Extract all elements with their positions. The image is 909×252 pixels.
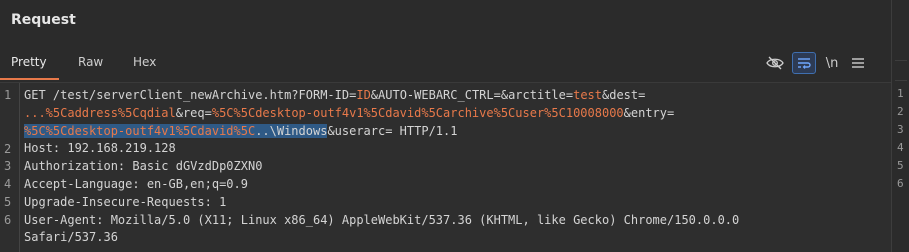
request-editor[interactable]: 1 2 3 4 5 6 GET /test/serverClient_newAr… bbox=[0, 82, 891, 252]
divider bbox=[895, 80, 907, 81]
line-number: 6 bbox=[897, 177, 904, 190]
code-token: ID bbox=[356, 88, 371, 102]
tab-pretty[interactable]: Pretty bbox=[11, 55, 47, 69]
request-code: GET /test/serverClient_newArchive.htm?FO… bbox=[24, 87, 739, 247]
code-token: &userarc= HTTP/1.1 bbox=[327, 123, 458, 138]
code-token: ...%5Caddress%5Cqdial bbox=[24, 105, 176, 120]
code-line: Upgrade-Insecure-Requests: 1 bbox=[24, 194, 739, 212]
code-line: Safari/537.36 bbox=[24, 229, 739, 247]
tab-hex[interactable]: Hex bbox=[133, 55, 156, 69]
code-token: %5C%5Cdesktop-outf4v1%5Cdavid%5Carchive%… bbox=[211, 105, 624, 120]
line-number: 4 bbox=[897, 141, 904, 154]
code-line: User-Agent: Mozilla/5.0 (X11; Linux x86_… bbox=[24, 212, 739, 230]
code-token: Host: 192.168.219.128 bbox=[24, 141, 176, 156]
line-number: 1 bbox=[897, 87, 904, 100]
response-panel-edge: 1 2 3 4 5 6 bbox=[891, 0, 909, 252]
code-token: &entry= bbox=[623, 105, 675, 120]
line-number: 2 bbox=[4, 142, 12, 156]
code-token: &AUTO-WEBARC_CTRL=&arctitle= bbox=[370, 88, 574, 102]
line-number: 1 bbox=[4, 88, 12, 102]
line-number: 2 bbox=[897, 105, 904, 118]
gutter-divider bbox=[19, 83, 20, 252]
code-line: GET /test/serverClient_newArchive.htm?FO… bbox=[24, 87, 739, 105]
menu-icon[interactable] bbox=[846, 52, 870, 74]
code-line: %5C%5Cdesktop-outf4v1%5Cdavid%5C..\Windo… bbox=[24, 123, 739, 141]
request-panel: Request Pretty Raw Hex \n 1 2 3 4 5 6 GE… bbox=[0, 0, 891, 252]
code-token: User-Agent: Mozilla/5.0 (X11; Linux x86_… bbox=[24, 212, 740, 227]
divider bbox=[895, 60, 907, 61]
code-token: test bbox=[573, 88, 602, 102]
code-token: ..\Windows bbox=[255, 123, 328, 138]
tab-raw[interactable]: Raw bbox=[78, 55, 103, 69]
panel-title: Request bbox=[11, 12, 76, 28]
line-number: 5 bbox=[897, 159, 904, 172]
code-token: %5C%5Cdesktop-outf4v1%5Cdavid%5C bbox=[24, 123, 256, 138]
wrap-icon[interactable] bbox=[792, 52, 816, 74]
line-number: 3 bbox=[4, 159, 12, 173]
code-token: Accept-Language: en-GB,en;q=0.9 bbox=[24, 176, 248, 191]
code-token: Safari/537.36 bbox=[24, 230, 118, 245]
line-number: 5 bbox=[4, 195, 12, 209]
active-tab-indicator bbox=[0, 78, 59, 80]
code-line: Authorization: Basic dGVzdDp0ZXN0 bbox=[24, 158, 739, 176]
eye-slash-icon[interactable] bbox=[763, 52, 787, 74]
code-token: &dest= bbox=[602, 88, 646, 102]
view-tabs: Pretty Raw Hex \n bbox=[0, 48, 891, 80]
editor-toolbar: \n bbox=[761, 48, 891, 78]
line-number: 3 bbox=[897, 123, 904, 136]
code-line: ...%5Caddress%5Cqdial&req=%5C%5Cdesktop-… bbox=[24, 105, 739, 123]
code-line: Host: 192.168.219.128 bbox=[24, 140, 739, 158]
newline-icon[interactable]: \n bbox=[820, 52, 844, 74]
line-number: 4 bbox=[4, 177, 12, 191]
code-line: Accept-Language: en-GB,en;q=0.9 bbox=[24, 176, 739, 194]
code-token: Upgrade-Insecure-Requests: 1 bbox=[24, 194, 227, 209]
code-token: &req= bbox=[175, 105, 212, 120]
line-number: 6 bbox=[4, 213, 12, 227]
code-token: Authorization: Basic dGVzdDp0ZXN0 bbox=[24, 159, 263, 174]
code-token: GET /test/serverClient_newArchive.htm?FO… bbox=[24, 88, 357, 102]
request-viewer: Request Pretty Raw Hex \n 1 2 3 4 5 6 GE… bbox=[0, 0, 909, 252]
